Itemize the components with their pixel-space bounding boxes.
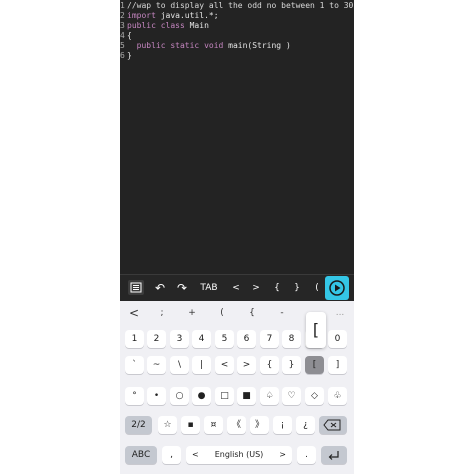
key-6[interactable]: 6 [237, 330, 256, 348]
line-number: 4 [120, 31, 125, 40]
key-8[interactable]: 8 [282, 330, 301, 348]
key-pipe[interactable]: | [192, 356, 211, 374]
key-star[interactable]: ☆ [158, 416, 177, 434]
suggestion-plus[interactable]: + [184, 301, 200, 325]
run-icon [325, 276, 349, 300]
line-number: 2 [120, 11, 125, 20]
key-white-circle[interactable]: ○ [170, 387, 189, 405]
key-left-brace[interactable]: { [260, 356, 279, 374]
code-text: java.util.*; [155, 11, 219, 20]
less-than-key[interactable]: < [230, 275, 242, 301]
enter-icon [328, 451, 339, 460]
key-right-bracket[interactable]: ] [328, 356, 347, 374]
key-left-double-angle[interactable]: 《 [227, 416, 246, 434]
key-2[interactable]: 2 [147, 330, 166, 348]
language-left-arrow: < [192, 450, 199, 459]
key-bullet[interactable]: • [147, 387, 166, 405]
line-number: 1 [120, 1, 125, 10]
code-keyword: public class [127, 21, 185, 30]
menu-icon [128, 280, 144, 295]
backspace-key[interactable] [319, 416, 347, 434]
suggestion-more[interactable]: ... [330, 301, 350, 325]
key-3[interactable]: 3 [170, 330, 189, 348]
suggestion-paren[interactable]: ( [214, 301, 230, 325]
key-left-bracket[interactable]: [ [305, 356, 324, 374]
key-inverted-question[interactable]: ¿ [296, 416, 315, 434]
greater-than-key[interactable]: > [250, 275, 262, 301]
key-degree[interactable]: ° [125, 387, 144, 405]
right-brace-key[interactable]: } [291, 275, 303, 301]
tab-key[interactable]: TAB [198, 275, 220, 301]
run-button[interactable] [324, 275, 350, 301]
suggestion-back[interactable]: < [126, 301, 142, 325]
line-number: 5 [120, 41, 125, 50]
key-period[interactable]: . [297, 446, 316, 464]
key-inverted-exclamation[interactable]: ¡ [273, 416, 292, 434]
line-number: 6 [120, 51, 125, 60]
suggestion-minus[interactable]: - [274, 301, 290, 325]
code-line-4: 4{ [120, 31, 132, 41]
key-less-than[interactable]: < [215, 356, 234, 374]
line-number: 3 [120, 21, 125, 30]
suggestion-brace[interactable]: { [244, 301, 260, 325]
key-black-square[interactable]: ■ [237, 387, 256, 405]
backspace-icon [323, 419, 341, 431]
undo-icon: ↶ [154, 281, 166, 295]
enter-key[interactable] [321, 446, 347, 464]
page-toggle-key[interactable]: 2/2 [125, 416, 152, 434]
abc-key[interactable]: ABC [125, 446, 157, 464]
key-backslash[interactable]: \ [170, 356, 189, 374]
key-0[interactable]: 0 [328, 330, 347, 348]
left-brace-key[interactable]: { [271, 275, 283, 301]
key-currency[interactable]: ¤ [204, 416, 223, 434]
code-text: { [127, 31, 132, 40]
code-line-6: 6} [120, 51, 132, 61]
code-keyword: public static void [127, 41, 224, 50]
redo-icon: ↷ [176, 281, 188, 295]
code-text: main(String ) [223, 41, 291, 50]
key-1[interactable]: 1 [125, 330, 144, 348]
symbol-keyboard: < ; + ( { - ... 1 2 3 4 5 6 7 8 9 0 ` ~ … [120, 301, 354, 474]
key-diamond[interactable]: ◇ [305, 387, 324, 405]
code-comment: //wap to display all the odd no between … [127, 1, 354, 10]
left-paren-key[interactable]: ( [311, 275, 323, 301]
key-comma[interactable]: , [162, 446, 181, 464]
suggestion-semicolon[interactable]: ; [154, 301, 170, 325]
key-white-square[interactable]: □ [215, 387, 234, 405]
spacebar[interactable]: < English (US) > [186, 446, 292, 464]
key-backtick[interactable]: ` [125, 356, 144, 374]
phone-screen: 1//wap to display all the odd no between… [120, 0, 354, 474]
key-7[interactable]: 7 [260, 330, 279, 348]
key-greater-than[interactable]: > [237, 356, 256, 374]
key-right-brace[interactable]: } [282, 356, 301, 374]
key-preview-popup: [ [306, 312, 326, 348]
redo-button[interactable]: ↷ [175, 275, 189, 301]
language-label: English (US) [214, 450, 264, 459]
key-tilde[interactable]: ~ [147, 356, 166, 374]
code-text: } [127, 51, 132, 60]
code-line-3: 3 public class Main [120, 21, 209, 31]
menu-button[interactable] [124, 275, 146, 301]
code-keyword: import [127, 11, 156, 20]
editor-toolbar: ↶ ↷ TAB < > { } ( [120, 274, 354, 301]
undo-button[interactable]: ↶ [153, 275, 167, 301]
key-4[interactable]: 4 [192, 330, 211, 348]
key-black-circle[interactable]: ● [192, 387, 211, 405]
code-line-2: 2 import java.util.*; [120, 11, 219, 21]
code-line-1: 1//wap to display all the odd no between… [120, 1, 354, 11]
key-club[interactable]: ♧ [328, 387, 347, 405]
key-right-double-angle[interactable]: 》 [250, 416, 269, 434]
code-editor[interactable]: 1//wap to display all the odd no between… [120, 0, 354, 272]
key-5[interactable]: 5 [215, 330, 234, 348]
code-text: Main [184, 21, 209, 30]
key-spade[interactable]: ♤ [260, 387, 279, 405]
code-line-5: 5 public static void main(String ) [120, 41, 291, 51]
key-heart[interactable]: ♡ [282, 387, 301, 405]
language-right-arrow: > [279, 450, 286, 459]
key-small-square[interactable]: ▪ [181, 416, 200, 434]
